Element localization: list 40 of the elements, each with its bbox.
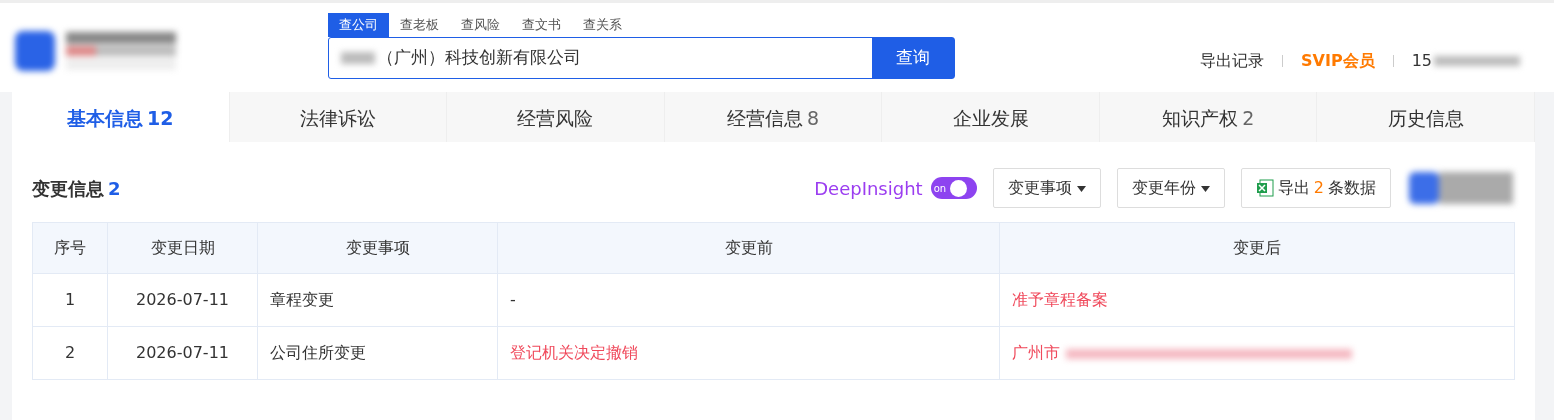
account-link[interactable]: 15 (1411, 49, 1432, 73)
section-tab[interactable]: 企业发展 (882, 92, 1100, 142)
column-header: 变更事项 (257, 222, 498, 274)
table-cell: 准予章程备案 (999, 273, 1515, 327)
caret-icon (1200, 185, 1210, 192)
column-header: 变更前 (497, 222, 1000, 274)
toggle-switch[interactable]: on (930, 177, 977, 199)
column-header: 序号 (32, 222, 108, 274)
table-cell: 公司住所变更 (257, 326, 498, 380)
logo-icon[interactable] (12, 28, 58, 74)
search-tab[interactable]: 查关系 (572, 13, 633, 37)
export-records-link[interactable]: 导出记录 (1200, 49, 1265, 73)
section-tab[interactable]: 知识产权 2 (1099, 92, 1318, 142)
search-tab[interactable]: 查老板 (389, 13, 450, 37)
section-tab[interactable]: 历史信息 (1317, 92, 1536, 142)
export-button[interactable]: 导出 2 条数据 (1240, 168, 1391, 208)
search-button[interactable]: 查询 (872, 37, 954, 78)
section-tab[interactable]: 经营风险 (447, 92, 665, 142)
table-cell: 2026-07-11 (107, 326, 258, 380)
section-tab[interactable]: 经营信息 8 (664, 92, 883, 142)
search-field[interactable]: （广州）科技创新有限公司 查询 (328, 36, 955, 79)
search-tab[interactable]: 查公司 (328, 13, 389, 37)
table-cell-text: 广州市 (1012, 343, 1060, 362)
column-header: 变更日期 (107, 222, 258, 274)
table-cell: 章程变更 (257, 273, 498, 327)
spreadsheet-icon (1255, 179, 1274, 197)
filter-dropdown[interactable]: 变更事项 (992, 168, 1101, 208)
table-cell: 1 (32, 273, 108, 327)
caret-icon (1076, 185, 1086, 192)
table-cell: - (497, 273, 1000, 327)
section-title: 变更信息 2 (32, 176, 121, 201)
section-tab[interactable]: 法律诉讼 (229, 92, 448, 142)
filter-dropdown[interactable]: 变更年份 (1116, 168, 1225, 208)
column-header: 变更后 (999, 222, 1515, 274)
search-tab[interactable]: 查文书 (511, 13, 572, 37)
table-cell: 2 (32, 326, 108, 380)
deepinsight-label: DeepInsight (814, 176, 923, 201)
search-tab[interactable]: 查风险 (450, 13, 511, 37)
table-cell: 2026-07-11 (107, 273, 258, 327)
table-cell: 登记机关决定撤销 (497, 326, 1000, 380)
